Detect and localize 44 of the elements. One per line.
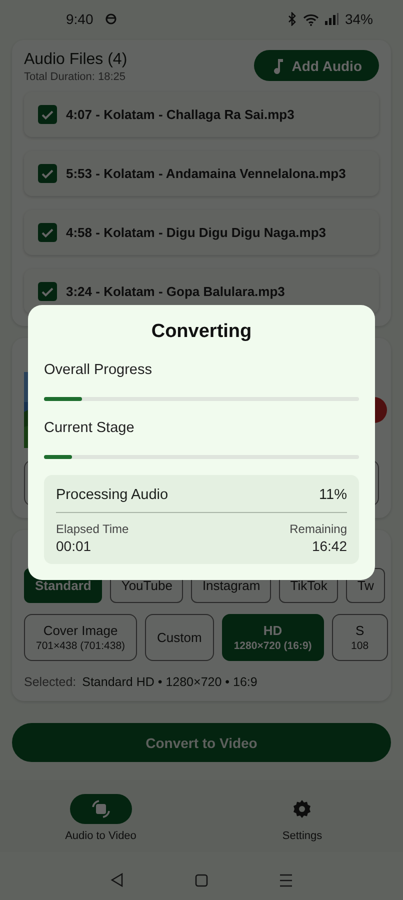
dialog-title: Converting <box>150 321 253 343</box>
file-name: 4:58 - Kolatam - Digu Digu Digu Naga.mp3 <box>66 225 326 240</box>
clock-time: 9:40 <box>66 11 94 27</box>
checkbox[interactable] <box>38 223 57 242</box>
resolution-option[interactable]: Cover Image 701×438 (701:438) <box>24 614 138 661</box>
back-icon[interactable] <box>110 873 124 887</box>
resolution-option[interactable]: Custom <box>145 614 214 661</box>
file-name: 5:53 - Kolatam - Andamaina Vennelalona.mp3 <box>66 166 346 181</box>
convert-button[interactable]: Convert to Video <box>12 723 391 762</box>
audio-file-item[interactable]: 4:07 - Kolatam - Challaga Ra Sai.mp3 <box>24 92 379 137</box>
selected-value: Standard HD • 1280×720 • 16:9 <box>82 675 258 689</box>
stage-name: Processing Audio <box>56 487 168 503</box>
file-name: 3:24 - Kolatam - Gopa Balulara.mp3 <box>66 284 285 299</box>
notification-icon <box>105 13 118 25</box>
progress-percent: 11% <box>319 487 347 503</box>
resolution-option[interactable]: HD 1280×720 (16:9) <box>222 614 324 661</box>
remaining-label: Remaining <box>290 522 347 536</box>
elapsed-label: Elapsed Time <box>56 522 129 536</box>
checkbox[interactable] <box>38 105 57 124</box>
total-duration: Total Duration: 18:25 <box>24 71 127 83</box>
file-name: 4:07 - Kolatam - Challaga Ra Sai.mp3 <box>66 107 294 122</box>
audio-file-item[interactable]: 4:58 - Kolatam - Digu Digu Digu Naga.mp3 <box>24 210 379 255</box>
add-audio-button[interactable]: Add Audio <box>254 50 379 81</box>
signal-icon <box>324 13 339 25</box>
selected-label: Selected: <box>24 675 76 689</box>
convert-icon <box>90 798 112 820</box>
wifi-icon <box>302 12 319 26</box>
progress-label: Overall Progress <box>44 362 153 378</box>
nav-tab[interactable]: Audio to Video <box>0 794 202 852</box>
checkbox[interactable] <box>38 164 57 183</box>
checkbox[interactable] <box>38 282 57 301</box>
menu-icon[interactable] <box>278 874 293 886</box>
progress-label: Current Stage <box>44 420 136 436</box>
music-note-icon <box>274 58 284 74</box>
battery-level: 34% <box>344 11 373 27</box>
home-icon[interactable] <box>194 874 208 886</box>
remaining-time: 16:42 <box>312 538 347 554</box>
section-title: Audio Files (4) <box>24 51 128 69</box>
nav-tab[interactable]: Settings <box>202 794 403 852</box>
resolution-option[interactable]: S 108 <box>332 614 388 661</box>
bluetooth-icon <box>286 12 297 26</box>
elapsed-time: 00:01 <box>56 538 92 554</box>
settings-icon <box>292 799 312 819</box>
audio-file-item[interactable]: 5:53 - Kolatam - Andamaina Vennelalona.mp3 <box>24 151 379 196</box>
